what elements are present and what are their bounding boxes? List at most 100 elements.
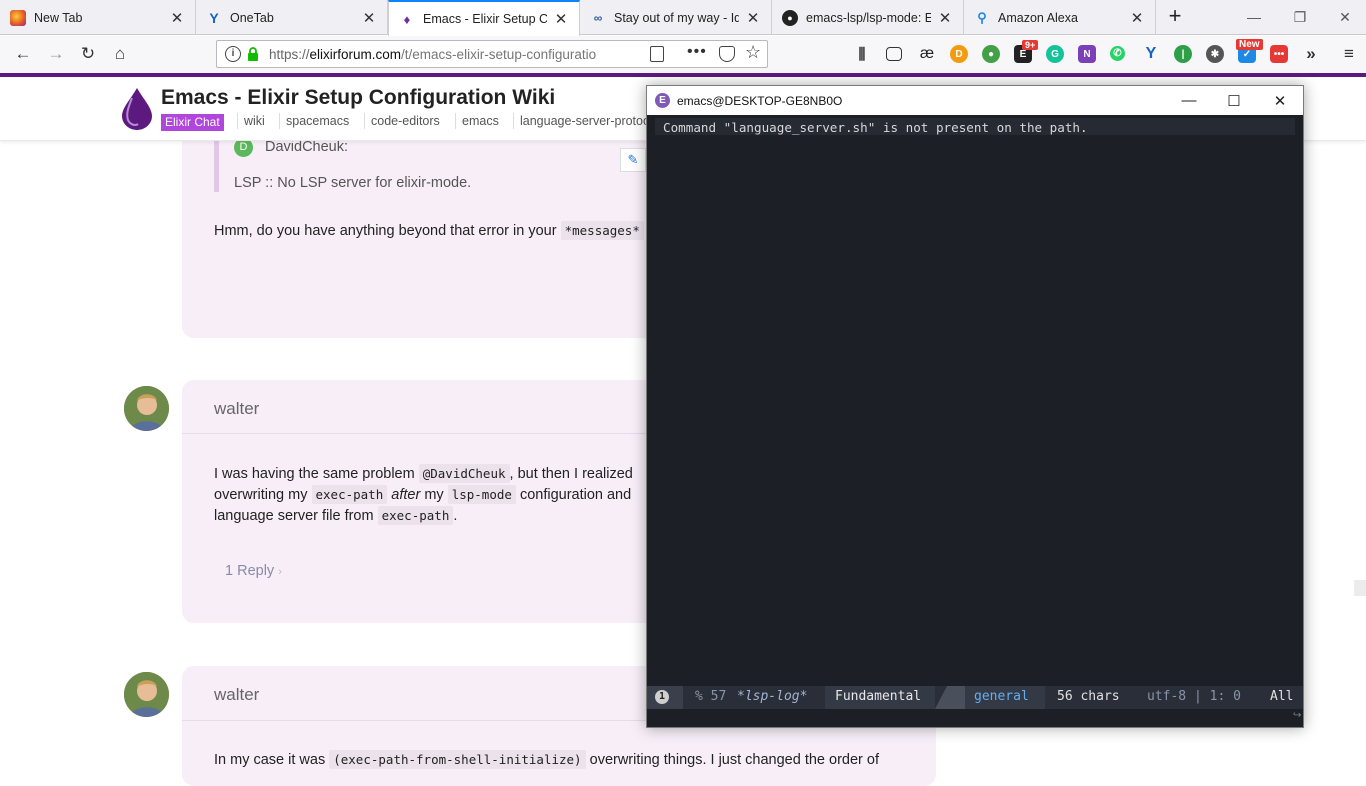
onenote-icon[interactable]: N [1078,45,1096,63]
close-tab-icon[interactable]: ✕ [1129,9,1145,27]
red-extension-icon[interactable]: ••• [1270,45,1288,63]
edit-pencil-icon[interactable]: ✎ [620,148,646,172]
tab-title: OneTab [230,10,274,25]
reply-count-link[interactable]: 1 Reply › [225,561,282,583]
window-number-badge: 1 [655,690,669,704]
tab-new-tab[interactable]: New Tab ✕ [0,0,196,35]
fringe-arrow-icon: ↪ [1293,710,1302,721]
buffer-name[interactable]: *lsp-log* [737,689,807,704]
category-badge[interactable]: Elixir Chat [161,114,224,131]
tab-amazon-alexa[interactable]: ⚲ Amazon Alexa ✕ [964,0,1156,35]
buffer-percent-size: % 57 [695,689,727,704]
pocket-icon[interactable] [719,46,735,62]
tag-wiki[interactable]: wiki [237,113,271,129]
post-text: Hmm, do you have anything beyond that er… [214,220,644,242]
avatar[interactable] [124,672,169,717]
buffer-position: All [1270,689,1294,704]
major-mode[interactable]: Fundamental [835,689,921,704]
forward-button[interactable]: → [42,40,70,68]
reader-view-icon[interactable] [650,46,664,62]
puzzle-extension-icon[interactable]: ✱ [1206,45,1224,63]
emacs-mode-line: 1 % 57 *lsp-log* Fundamental general 56 … [647,686,1303,709]
firefox-icon [10,9,26,26]
post-text-span: overwriting things. I just changed the o… [589,752,879,768]
current-line-highlight: Command "language_server.sh" is not pres… [655,118,1295,135]
post-text-span: Hmm, do you have anything beyond that er… [214,223,557,239]
site-info-icon[interactable]: i [225,46,241,62]
hamburger-menu-icon[interactable]: ≡ [1340,44,1358,63]
github-icon: ● [782,9,798,26]
tab-github-lsp-mode[interactable]: ● emacs-lsp/lsp-mode: Em ✕ [772,0,964,35]
tab-idio[interactable]: ∞ Stay out of my way - Idio ✕ [580,0,772,35]
buffer-text[interactable]: Command "language_server.sh" is not pres… [663,120,1088,135]
address-bar[interactable]: i https://elixirforum.com/t/emacs-elixir… [216,40,768,68]
close-tab-icon[interactable]: ✕ [169,9,185,27]
post-username[interactable]: walter [214,685,259,705]
tab-title: Emacs - Elixir Setup Conf [423,12,547,26]
emacs-titlebar[interactable]: E emacs@DESKTOP-GE8NB0O — ☐ ✕ [647,86,1303,115]
tag-spacemacs[interactable]: spacemacs [279,113,355,129]
tab-title: emacs-lsp/lsp-mode: Em [806,10,931,25]
post-username[interactable]: walter [214,399,259,419]
emacs-icon: E [655,93,670,108]
ae-extension-icon[interactable]: æ [918,45,936,63]
green-extension-icon[interactable]: | [1174,45,1192,63]
restore-button[interactable]: ❐ [1277,0,1323,34]
tag-code-editors[interactable]: code-editors [364,113,446,129]
close-tab-icon[interactable]: ✕ [553,10,569,28]
chat-extension-icon[interactable]: ● [982,45,1000,63]
tab-title: New Tab [34,10,83,25]
emacs-minibuffer[interactable]: ↪ [647,709,1303,727]
close-window-button[interactable]: ✕ [1322,0,1366,34]
close-tab-icon[interactable]: ✕ [745,9,761,27]
emacs-maximize-button[interactable]: ☐ [1211,86,1257,115]
whatsapp-icon[interactable]: ✆ [1110,46,1125,61]
close-tab-icon[interactable]: ✕ [937,9,953,27]
post-text-span: my [424,487,444,503]
post-text-span: . [453,508,458,524]
sidebar-icon[interactable] [886,47,902,61]
onetab-toolbar-icon[interactable]: Y [1142,45,1160,63]
tab-elixir-forum[interactable]: ♦ Emacs - Elixir Setup Conf ✕ [388,0,580,36]
home-button[interactable]: ⌂ [106,40,134,68]
user-photo-icon [124,386,169,431]
topic-title[interactable]: Emacs - Elixir Setup Configuration Wiki [161,86,555,110]
library-icon[interactable]: ⫼ [853,45,871,63]
tag-emacs[interactable]: emacs [455,113,505,129]
close-tab-icon[interactable]: ✕ [361,9,377,27]
mention-link[interactable]: @DavidCheuk [418,464,510,483]
post-text-line: language server file from exec-path. [214,505,457,527]
workspace-name: general [974,689,1029,704]
duckduckgo-extension-icon[interactable]: D [950,45,968,63]
back-button[interactable]: ← [9,40,37,68]
url-domain: elixirforum.com [309,47,402,62]
emacs-buffer-area[interactable]: Command "language_server.sh" is not pres… [647,115,1303,727]
emacs-minimize-button[interactable]: — [1166,86,1212,115]
lock-icon [248,47,258,61]
grammarly-icon[interactable]: G [1046,45,1064,63]
post-text-line: I was having the same problem @DavidCheu… [214,463,633,485]
overflow-menu-icon[interactable]: » [1302,44,1320,63]
page-actions-icon[interactable]: ••• [687,43,707,61]
chevron-right-icon: › [278,566,282,578]
reload-button[interactable]: ↻ [74,40,102,68]
new-tab-button[interactable]: + [1162,4,1188,30]
onetab-icon: Y [209,9,219,26]
emphasis-text: after [391,487,421,503]
new-badge: New [1236,39,1263,50]
emacs-close-button[interactable]: ✕ [1257,86,1303,115]
avatar[interactable] [124,386,169,431]
minimize-button[interactable]: — [1231,0,1277,34]
emacs-window-title: emacs@DESKTOP-GE8NB0O [677,94,843,108]
emacs-window[interactable]: E emacs@DESKTOP-GE8NB0O — ☐ ✕ Command "l… [646,85,1304,728]
tab-onetab[interactable]: Y OneTab ✕ [196,0,388,35]
tag-language-server-protocol[interactable]: language-server-protoc [513,113,655,129]
inline-code: lsp-mode [447,485,516,504]
inline-code: exec-path [311,485,388,504]
bookmark-star-icon[interactable]: ☆ [745,42,761,63]
elixir-logo-icon[interactable] [120,88,154,130]
tab-title: Stay out of my way - Idio [614,10,739,25]
post-text-span: , but then I realized [509,466,633,482]
arrow-left-icon: ← [14,44,32,63]
page-scrollbar[interactable] [1354,580,1366,596]
